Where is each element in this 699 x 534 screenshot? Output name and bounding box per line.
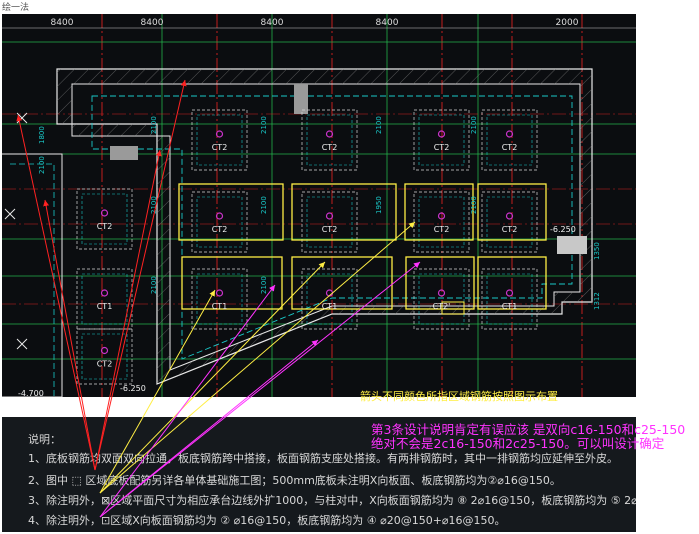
note-line-4: 4、除注明外，⊡区域X向板面钢筋均为 ② ⌀16@150，板底钢筋均为 ④ ⌀2… [28,514,506,527]
note-line-2: 2、图中 ⬚ 区域底板配筋另详各单体基础施工图；500mm底板未注明X向板面、板… [28,474,561,487]
pile-label: CT1 [322,302,338,311]
pile-label: CT2' [433,302,451,311]
side-dimension: 2100 [260,196,268,214]
pile-cap-inner [81,333,128,380]
dimension-label: 8400 [141,18,164,28]
side-dimension: 2100 [260,116,268,134]
pile-label: CT2 [434,143,450,152]
notes-title: 说明： [28,433,61,446]
pile-label: CT2 [434,225,450,234]
pile-cap [481,109,538,171]
pile-cap-inner [81,273,128,325]
dimension-label: 8400 [261,18,284,28]
marker-x [16,112,28,124]
pile-cap [191,268,248,330]
left-annex-outline [2,153,63,397]
pile-label: CT1 [502,302,518,311]
pile-cap-inner [418,114,465,166]
pile-marker [215,289,224,297]
dimension-label: 8400 [376,18,399,28]
grey-patch [110,146,138,160]
pile-cap-inner [306,114,353,166]
pile-label: CT2 [97,360,113,369]
pile-marker [325,289,334,297]
side-dimension: 2100 [470,196,478,214]
pile-cap [481,191,538,253]
pile-label: CT2 [502,143,518,152]
pile-label: CT2 [322,143,338,152]
side-dimension: 2100 [150,116,158,134]
right-dimension: 1312 [593,292,601,310]
screenshot-root: 绘一法 8400 8400 8400 8400 2000 CT2 CT2 CT2 CT2 CT2 C… [0,0,699,534]
pile-cap-inner [196,114,243,166]
pile-label: CT1 [97,302,113,311]
elevation-label: -6.250 [550,225,576,234]
left-annex-cyan [10,163,55,397]
pile-label: CT1 [212,302,228,311]
dimension-label: 2000 [556,18,579,28]
pile-cap [301,109,358,171]
pile-cap [191,191,248,253]
pile-cap-inner [418,273,465,325]
grey-patch [557,236,587,254]
pile-marker [437,289,446,297]
corner-label: 绘一法 [2,3,30,13]
note-line-3: 3、除注明外，⊠区域平面尺寸为相应承台边线外扩1000，与柱对中，X向板面钢筋均… [28,494,636,507]
marker-x [16,338,28,350]
pile-label: CT2 [212,143,228,152]
grey-patch [294,84,308,114]
side-dimension: 2100 [470,116,478,134]
pile-marker [505,289,514,297]
side-dimension: 2100 [150,196,158,214]
pile-cap [301,191,358,253]
pile-cap [481,268,538,330]
cad-drawing: 8400 8400 8400 8400 2000 CT2 CT2 CT2 CT2 CT2 CT2 CT… [2,14,636,397]
pile-cap-inner [486,114,533,166]
note-line-1: 1、底板钢筋均双面双向拉通，板底钢筋跨中搭接，板面钢筋支座处搭接。有两排钢筋时，… [28,452,618,465]
side-dimension: 2100 [260,276,268,294]
left-dimension: 2100 [38,156,46,174]
elevation-label: -4.700 [18,389,44,397]
pile-cap [413,191,470,253]
elevation-label: -6.250 [120,384,146,393]
pile-cap [76,328,133,385]
pile-label: CT2 [97,222,113,231]
marker-x [4,208,16,220]
pile-cap-inner [81,193,128,245]
pile-cap [76,188,133,250]
pile-label: CT2 [502,225,518,234]
pile-cap-inner [486,273,533,325]
pile-cap [76,268,133,330]
pile-cap-inner [196,273,243,325]
pile-cap [191,109,248,171]
pile-label: CT2 [212,225,228,234]
pile-marker [437,212,446,220]
cad-drawing-viewport[interactable]: 8400 8400 8400 8400 2000 CT2 CT2 CT2 CT2 CT2 CT2 CT… [2,14,636,397]
pile-cap [413,109,470,171]
pile-cap [413,268,470,330]
side-dimension: 2100 [375,116,383,134]
dimension-label: 8400 [51,18,74,28]
magenta-annotation: 第3条设计说明肯定有误应该 是双向c16-150和c25-150绝对不会是2c1… [371,422,686,451]
pile-label: CT2 [322,225,338,234]
side-dimension: 2100 [150,276,158,294]
pile-marker [100,289,109,297]
yellow-annotation: 箭头不同颜色所指区域钢筋按照图示布置 [360,390,558,403]
right-dimension: 1350 [593,242,601,260]
left-dimension: 1800 [38,126,46,144]
pile-marker [437,130,446,138]
side-dimension: 1950 [375,196,383,214]
